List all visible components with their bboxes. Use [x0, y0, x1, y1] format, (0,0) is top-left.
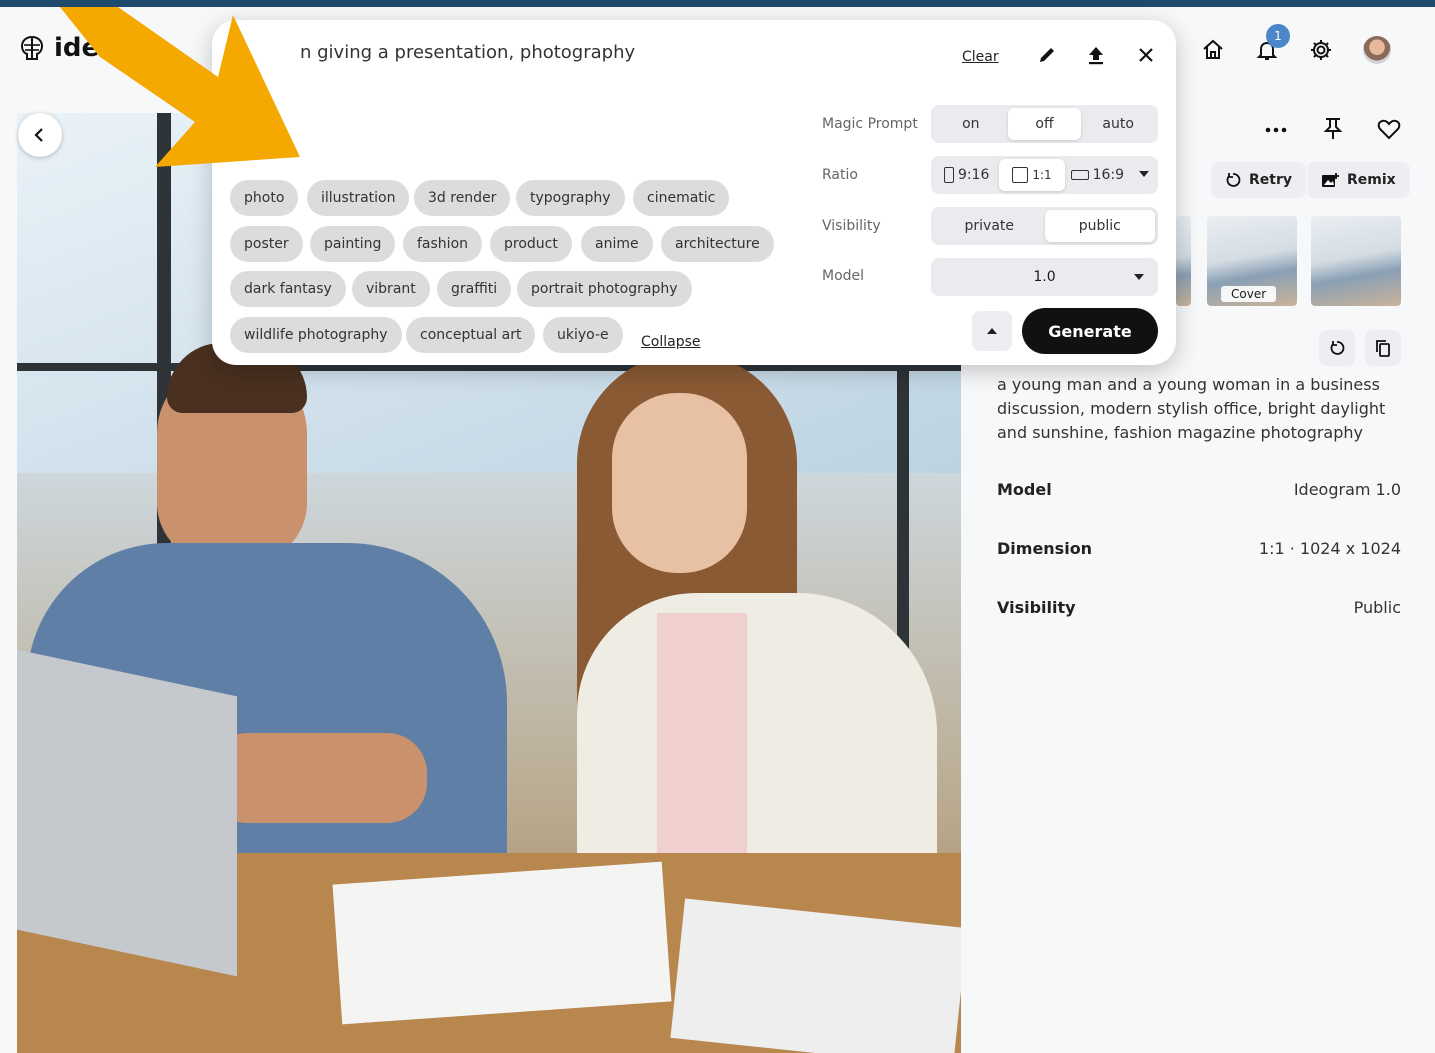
- more-horizontal-icon: [1265, 127, 1287, 133]
- chevron-down-icon: [1134, 274, 1144, 280]
- meta-row-visibility: Visibility Public: [997, 598, 1401, 617]
- tag-chip[interactable]: vibrant: [352, 271, 430, 307]
- pencil-icon: [1040, 48, 1054, 62]
- tag-chip[interactable]: cinematic: [633, 180, 730, 216]
- visibility-public[interactable]: public: [1044, 210, 1155, 242]
- retry-icon: [1226, 173, 1241, 187]
- thumbnail-partial[interactable]: [1176, 216, 1191, 306]
- tag-chip[interactable]: photo: [230, 180, 299, 216]
- visibility-label: Visibility: [822, 218, 881, 234]
- collapse-tags-button[interactable]: Collapse: [641, 334, 701, 350]
- visibility-toggle: private public: [931, 207, 1158, 245]
- tag-chip[interactable]: illustration: [307, 180, 410, 216]
- tag-chip[interactable]: poster: [230, 226, 303, 262]
- clear-button[interactable]: Clear: [962, 49, 999, 65]
- retry-label: Retry: [1249, 172, 1292, 188]
- like-button[interactable]: [1374, 114, 1404, 144]
- settings-button[interactable]: [1304, 33, 1338, 67]
- pin-button[interactable]: [1318, 113, 1348, 143]
- app-window: ideo 1 Retry Remix Cover a young man and…: [0, 7, 1435, 1053]
- tag-chip[interactable]: painting: [310, 226, 396, 262]
- ratio-16-9[interactable]: 16:9: [1065, 159, 1130, 191]
- generate-button[interactable]: Generate: [1022, 308, 1158, 354]
- upload-button[interactable]: [1083, 42, 1109, 68]
- prompt-input[interactable]: n giving a presentation, photography: [300, 42, 635, 63]
- meta-value: Public: [1353, 598, 1401, 617]
- copy-icon: [1376, 340, 1390, 357]
- chevron-down-icon[interactable]: [1139, 171, 1149, 177]
- square-ratio-icon: [1012, 167, 1029, 183]
- user-avatar-button[interactable]: [1360, 33, 1394, 67]
- meta-row-model: Model Ideogram 1.0: [997, 480, 1401, 499]
- edit-button[interactable]: [1034, 42, 1060, 68]
- tag-chip[interactable]: dark fantasy: [230, 271, 346, 307]
- tag-chip[interactable]: architecture: [661, 226, 774, 262]
- chevron-left-icon: [34, 128, 43, 142]
- reuse-prompt-button[interactable]: [1319, 330, 1355, 366]
- annotation-arrow-icon: [60, 7, 300, 167]
- meta-key: Model: [997, 480, 1052, 499]
- more-options-button[interactable]: [1261, 115, 1291, 145]
- home-icon: [1203, 39, 1223, 59]
- magic-prompt-on[interactable]: on: [934, 108, 1008, 140]
- tag-chip[interactable]: product: [490, 226, 572, 262]
- ratio-16-9-label: 16:9: [1092, 167, 1125, 183]
- tag-chip[interactable]: conceptual art: [406, 317, 536, 353]
- thumbnail-image[interactable]: [1311, 216, 1401, 306]
- brain-logo-icon: [20, 35, 44, 60]
- chevron-up-icon: [987, 328, 997, 334]
- tag-chip[interactable]: 3d render: [414, 180, 511, 216]
- tag-chip[interactable]: portrait photography: [517, 271, 692, 307]
- ratio-9-16-label: 9:16: [957, 167, 990, 183]
- tag-chip[interactable]: anime: [581, 226, 653, 262]
- expand-options-button[interactable]: [972, 311, 1012, 351]
- tag-chip[interactable]: typography: [516, 180, 625, 216]
- tag-chip[interactable]: wildlife photography: [230, 317, 402, 353]
- meta-row-dimension: Dimension 1:1 · 1024 x 1024: [997, 539, 1401, 558]
- ratio-9-16[interactable]: 9:16: [934, 159, 999, 191]
- tag-chip[interactable]: graffiti: [437, 271, 512, 307]
- notifications-button[interactable]: 1: [1250, 24, 1290, 67]
- thumbnail-cover[interactable]: Cover: [1207, 216, 1297, 306]
- meta-value: 1:1 · 1024 x 1024: [1258, 539, 1401, 558]
- cover-label: Cover: [1221, 286, 1277, 302]
- magic-prompt-toggle: on off auto: [931, 105, 1158, 143]
- model-select[interactable]: 1.0: [931, 258, 1158, 296]
- retry-button[interactable]: Retry: [1211, 162, 1306, 198]
- tag-chip[interactable]: fashion: [403, 226, 483, 262]
- prompt-panel: n giving a presentation, photography Cle…: [212, 20, 1176, 365]
- magic-prompt-label: Magic Prompt: [822, 116, 918, 132]
- remix-label: Remix: [1347, 172, 1396, 188]
- upload-icon: [1089, 47, 1103, 65]
- image-plus-icon: [1322, 173, 1339, 187]
- tag-chip[interactable]: ukiyo-e: [543, 317, 623, 353]
- copy-prompt-button[interactable]: [1365, 330, 1401, 366]
- gear-icon: [1311, 40, 1331, 60]
- avatar: [1363, 36, 1391, 64]
- notification-badge: 1: [1266, 24, 1290, 48]
- heart-icon: [1377, 119, 1401, 140]
- model-label: Model: [822, 268, 865, 284]
- ratio-1-1-label: 1:1: [1032, 168, 1052, 182]
- back-button[interactable]: [18, 113, 62, 157]
- meta-key: Visibility: [997, 598, 1076, 617]
- image-description: a young man and a young woman in a busin…: [997, 375, 1386, 442]
- visibility-private[interactable]: private: [934, 210, 1045, 242]
- close-panel-button[interactable]: [1133, 42, 1159, 68]
- portrait-ratio-icon: [943, 167, 954, 183]
- landscape-ratio-icon: [1070, 170, 1089, 180]
- ratio-1-1[interactable]: 1:1: [999, 159, 1065, 191]
- pin-icon: [1323, 118, 1343, 139]
- close-icon: [1139, 48, 1153, 62]
- model-value: 1.0: [1033, 269, 1056, 285]
- magic-prompt-auto[interactable]: auto: [1081, 108, 1155, 140]
- remix-button[interactable]: Remix: [1307, 162, 1410, 198]
- magic-prompt-off[interactable]: off: [1007, 108, 1082, 140]
- meta-key: Dimension: [997, 539, 1093, 558]
- home-button[interactable]: [1196, 33, 1230, 67]
- ratio-label: Ratio: [822, 167, 858, 183]
- meta-value: Ideogram 1.0: [1293, 480, 1401, 499]
- ratio-selector: 9:16 1:1 16:9: [931, 156, 1158, 194]
- undo-icon: [1330, 341, 1345, 355]
